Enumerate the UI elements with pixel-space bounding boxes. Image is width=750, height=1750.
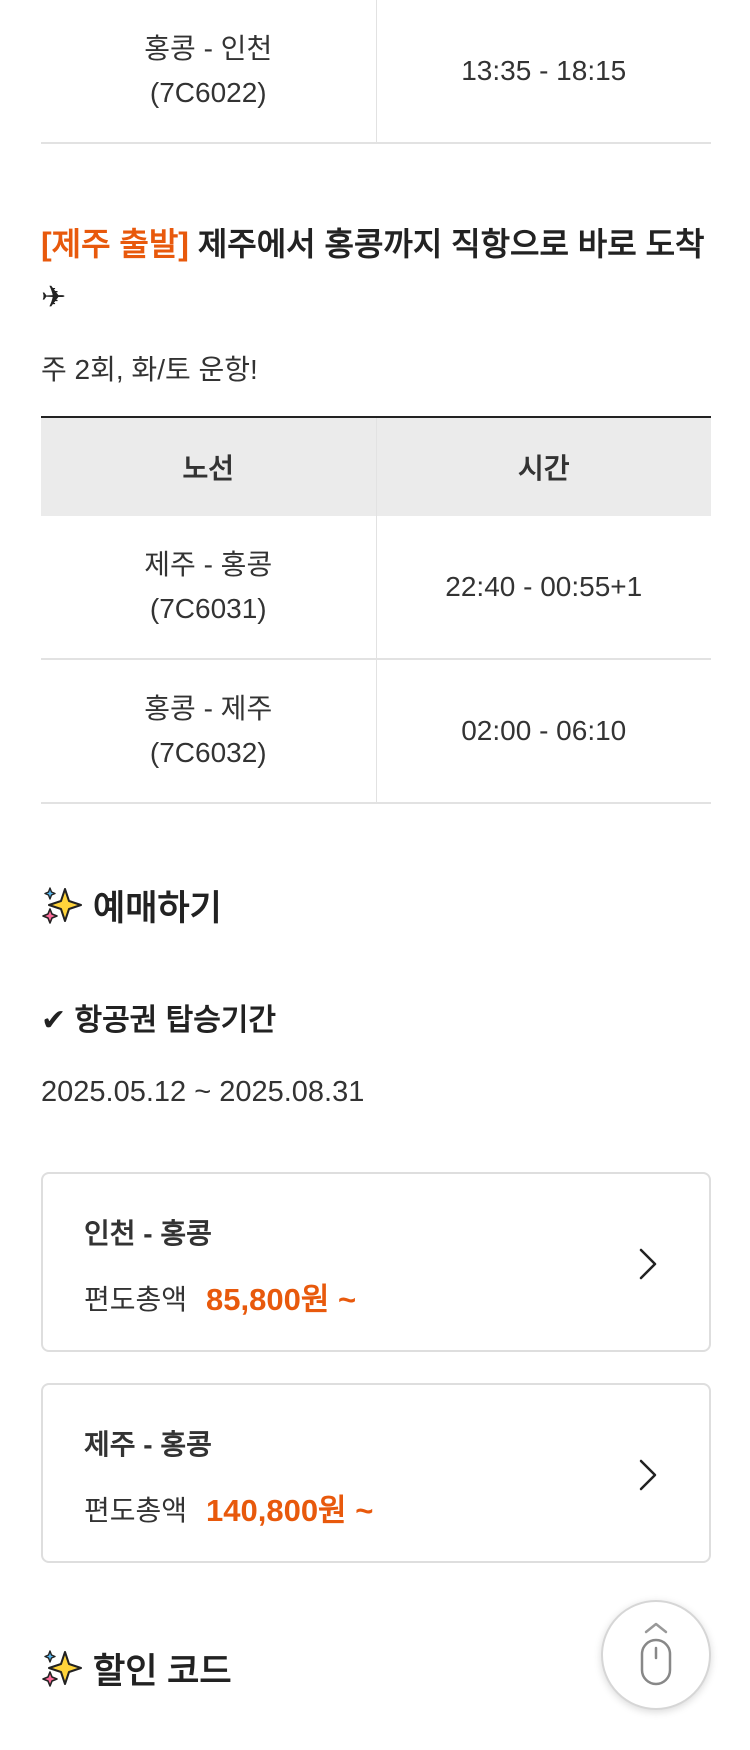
plane-icon: ✈ bbox=[41, 281, 67, 314]
flight-number: (7C6022) bbox=[149, 77, 267, 108]
route-cell: 홍콩 - 인천 (7C6022) bbox=[41, 0, 377, 144]
jeju-route-table: 노선 시간 제주 - 홍콩 (7C6031) 22:40 - 00:55+1 홍… bbox=[41, 416, 711, 804]
jeju-section-title: [제주 출발] 제주에서 홍콩까지 직항으로 바로 도착 ✈ bbox=[41, 218, 711, 324]
fare-card-route: 인천 - 홍콩 bbox=[84, 1218, 212, 1249]
fare-card-label: 편도총액 bbox=[84, 1495, 188, 1526]
time-cell: 22:40 - 00:55+1 bbox=[376, 516, 711, 660]
schedule-note: 주 2회, 화/토 운항! bbox=[41, 354, 258, 385]
route-name: 제주 - 홍콩 bbox=[144, 549, 273, 580]
table-row: 홍콩 - 인천 (7C6022) 13:35 - 18:15 bbox=[41, 0, 711, 144]
scroll-to-top-button[interactable] bbox=[601, 1600, 711, 1710]
route-cell: 제주 - 홍콩 (7C6031) bbox=[41, 516, 377, 660]
time-cell: 02:00 - 06:10 bbox=[376, 659, 711, 804]
route-name: 홍콩 - 제주 bbox=[144, 693, 273, 724]
incheon-route-table-partial: 홍콩 - 인천 (7C6022) 13:35 - 18:15 bbox=[41, 0, 711, 144]
mouse-scroll-icon bbox=[640, 1622, 672, 1686]
flight-number: (7C6031) bbox=[149, 593, 267, 624]
fare-card-price: 140,800원 ~ bbox=[206, 1493, 374, 1528]
fare-card-price: 85,800원 ~ bbox=[206, 1282, 357, 1317]
route-name: 홍콩 - 인천 bbox=[144, 33, 273, 64]
fare-card-label: 편도총액 bbox=[84, 1284, 188, 1315]
fare-card-route: 제주 - 홍콩 bbox=[84, 1429, 212, 1460]
sparkle-icon bbox=[42, 1649, 82, 1687]
chevron-right-icon bbox=[639, 1248, 657, 1280]
discount-heading-text: 할인 코드 bbox=[93, 1652, 232, 1691]
table-header-row: 노선 시간 bbox=[41, 416, 711, 516]
fare-card-jeju-hongkong[interactable]: 제주 - 홍콩 편도총액 140,800원 ~ bbox=[41, 1383, 711, 1563]
header-route: 노선 bbox=[41, 416, 377, 516]
boarding-period-label: ✔ 항공권 탑승기간 bbox=[41, 1004, 277, 1037]
discount-code-heading: 할인 코드 bbox=[41, 1643, 232, 1694]
time-cell: 13:35 - 18:15 bbox=[376, 0, 711, 144]
route-cell: 홍콩 - 제주 (7C6032) bbox=[41, 659, 377, 804]
table-row: 제주 - 홍콩 (7C6031) 22:40 - 00:55+1 bbox=[41, 516, 711, 660]
booking-heading-text: 예매하기 bbox=[93, 889, 222, 928]
header-time: 시간 bbox=[376, 416, 711, 516]
table-row: 홍콩 - 제주 (7C6032) 02:00 - 06:10 bbox=[41, 659, 711, 804]
boarding-period-dates: 2025.05.12 ~ 2025.08.31 bbox=[41, 1076, 365, 1108]
sparkle-icon bbox=[42, 886, 82, 924]
chevron-right-icon bbox=[639, 1459, 657, 1491]
booking-heading: 예매하기 bbox=[41, 880, 222, 931]
fare-card-incheon-hongkong[interactable]: 인천 - 홍콩 편도총액 85,800원 ~ bbox=[41, 1172, 711, 1352]
jeju-departure-tag: [제주 출발] bbox=[41, 226, 189, 262]
flight-number: (7C6032) bbox=[149, 737, 267, 768]
jeju-title-text: 제주에서 홍콩까지 직항으로 바로 도착 bbox=[188, 226, 705, 262]
